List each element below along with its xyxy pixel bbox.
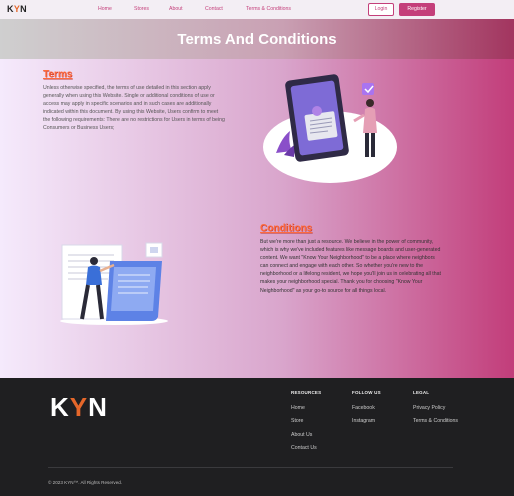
logo-letter-n: N (20, 4, 27, 14)
terms-heading: Terms (43, 69, 73, 80)
hero-banner: Terms And Conditions (0, 19, 514, 59)
footer-heading-resources: RESOURCES (291, 390, 322, 395)
nav-link-home[interactable]: Home (98, 6, 112, 12)
footer-link-terms[interactable]: Terms & Conditions (413, 418, 458, 424)
conditions-line: neighborhood or a lifelong resident, we … (260, 271, 441, 278)
footer-link-instagram[interactable]: Instagram (352, 418, 375, 424)
phone-illustration (263, 74, 397, 183)
terms-line: indicated within this document. By using… (43, 109, 219, 116)
main-content: Terms Unless otherwise specified, the te… (0, 59, 514, 378)
logo-letter-y: Y (69, 392, 89, 422)
footer-heading-follow-us: FOLLOW US (352, 390, 381, 395)
logo-letter-k: K (7, 4, 14, 14)
conditions-line: Neighborhood" as your go-to source for a… (260, 287, 387, 294)
conditions-paragraph: But we're more than just a resource. We … (260, 238, 476, 295)
document-illustration (60, 242, 168, 325)
nav-link-about[interactable]: About (169, 6, 183, 12)
terms-line: the following requirements: There are no… (43, 117, 225, 124)
terms-line: access may apply in specific scenarios a… (43, 101, 212, 108)
footer-link-privacy-policy[interactable]: Privacy Policy (413, 405, 445, 411)
footer-heading-legal: LEGAL (413, 390, 430, 395)
conditions-heading: Conditions (260, 223, 313, 234)
footer-link-facebook[interactable]: Facebook (352, 405, 375, 411)
terms-paragraph: Unless otherwise specified, the terms of… (43, 84, 258, 133)
top-navbar: KYN Home Stores About Contact Terms & Co… (0, 0, 514, 19)
login-button[interactable]: Login (368, 3, 394, 16)
nav-link-stores[interactable]: Stores (134, 6, 149, 12)
conditions-line: But we're more than just a resource. We … (260, 239, 434, 245)
footer-link-about-us[interactable]: About Us (291, 432, 312, 438)
nav-link-contact[interactable]: Contact (205, 6, 223, 12)
terms-line: generally when using this Website. Singl… (43, 93, 215, 100)
terms-line: Unless otherwise specified, the terms of… (43, 85, 211, 91)
footer-logo[interactable]: KYN (50, 392, 108, 423)
terms-line: Consumers or Business Users; (43, 125, 115, 132)
conditions-line: which is why we've included features lik… (260, 247, 441, 254)
conditions-line: makes your neighborhood special. Thank y… (260, 279, 423, 286)
logo-letter-k: K (50, 392, 70, 422)
conditions-line: can connect and engage with each other. … (260, 263, 424, 270)
conditions-line: content. We want "Know Your Neighborhood… (260, 255, 435, 262)
logo[interactable]: KYN (7, 4, 27, 14)
footer-divider (48, 467, 453, 468)
logo-letter-n: N (88, 392, 108, 422)
footer-link-store[interactable]: Store (291, 418, 303, 424)
nav-link-terms[interactable]: Terms & Conditions (246, 6, 291, 12)
footer-link-contact-us[interactable]: Contact Us (291, 445, 317, 451)
footer-link-home[interactable]: Home (291, 405, 305, 411)
footer: KYN RESOURCES Home Store About Us Contac… (0, 378, 514, 496)
page-title: Terms And Conditions (177, 31, 337, 48)
copyright-text: © 2023 KYN™. All Rights Reserved. (48, 480, 123, 485)
register-button[interactable]: Register (399, 3, 435, 16)
